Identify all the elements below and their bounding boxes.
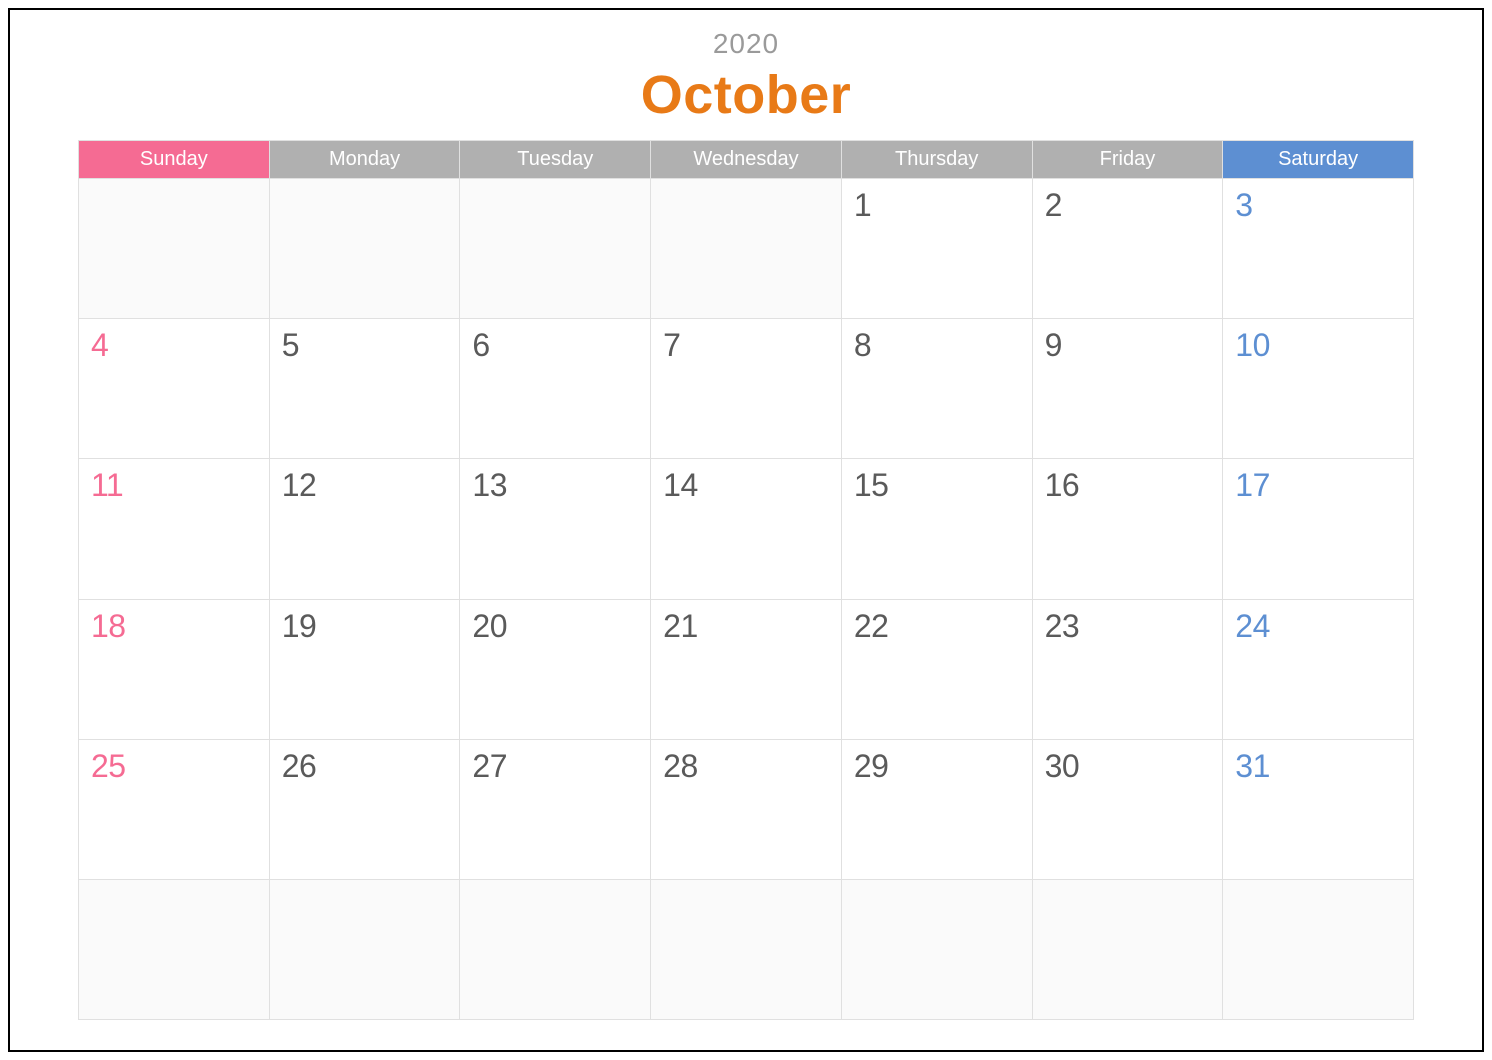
weekday-header-saturday: Saturday [1223, 141, 1414, 179]
day-cell: 31 [1223, 740, 1414, 880]
weekday-header-thursday: Thursday [842, 141, 1033, 179]
day-cell: 11 [79, 459, 270, 599]
day-cell: 29 [842, 740, 1033, 880]
day-cell [651, 880, 842, 1020]
day-number: 11 [79, 459, 269, 504]
day-cell: 25 [79, 740, 270, 880]
day-number: 20 [460, 600, 650, 645]
day-cell: 30 [1033, 740, 1224, 880]
day-number: 7 [651, 319, 841, 364]
day-number: 2 [1033, 179, 1223, 224]
day-number: 21 [651, 600, 841, 645]
day-cell: 1 [842, 179, 1033, 319]
day-cell: 8 [842, 319, 1033, 459]
day-cell [651, 179, 842, 319]
day-number: 18 [79, 600, 269, 645]
day-number: 12 [270, 459, 460, 504]
day-number: 30 [1033, 740, 1223, 785]
day-number: 19 [270, 600, 460, 645]
day-cell [460, 179, 651, 319]
weekday-header-monday: Monday [270, 141, 461, 179]
day-cell: 22 [842, 600, 1033, 740]
day-number: 3 [1223, 179, 1413, 224]
day-cell: 4 [79, 319, 270, 459]
day-cell: 20 [460, 600, 651, 740]
day-number: 4 [79, 319, 269, 364]
day-cell: 27 [460, 740, 651, 880]
day-cell: 3 [1223, 179, 1414, 319]
day-cell [1223, 880, 1414, 1020]
day-cell [1033, 880, 1224, 1020]
day-number [1033, 880, 1223, 888]
day-number: 28 [651, 740, 841, 785]
day-number [651, 179, 841, 187]
day-cell: 9 [1033, 319, 1224, 459]
day-cell: 10 [1223, 319, 1414, 459]
day-number [651, 880, 841, 888]
day-number: 9 [1033, 319, 1223, 364]
day-cell [460, 880, 651, 1020]
day-cell [842, 880, 1033, 1020]
day-number [460, 880, 650, 888]
day-cell: 15 [842, 459, 1033, 599]
day-cell: 16 [1033, 459, 1224, 599]
day-number: 10 [1223, 319, 1413, 364]
day-cell: 28 [651, 740, 842, 880]
day-cell: 19 [270, 600, 461, 740]
day-cell: 5 [270, 319, 461, 459]
day-cell: 21 [651, 600, 842, 740]
day-number [842, 880, 1032, 888]
day-cell [79, 179, 270, 319]
day-number [1223, 880, 1413, 888]
day-number: 14 [651, 459, 841, 504]
calendar-grid: Sunday Monday Tuesday Wednesday Thursday… [78, 140, 1414, 1020]
day-number: 6 [460, 319, 650, 364]
day-number [270, 179, 460, 187]
day-number: 15 [842, 459, 1032, 504]
day-number: 24 [1223, 600, 1413, 645]
day-cell: 7 [651, 319, 842, 459]
day-number: 13 [460, 459, 650, 504]
weekday-header-wednesday: Wednesday [651, 141, 842, 179]
month-label: October [78, 64, 1414, 126]
day-number [460, 179, 650, 187]
day-number: 27 [460, 740, 650, 785]
day-number: 31 [1223, 740, 1413, 785]
day-number: 17 [1223, 459, 1413, 504]
day-cell: 2 [1033, 179, 1224, 319]
day-number [270, 880, 460, 888]
day-number [79, 880, 269, 888]
day-cell: 23 [1033, 600, 1224, 740]
day-cell [270, 880, 461, 1020]
day-cell: 24 [1223, 600, 1414, 740]
year-label: 2020 [78, 28, 1414, 60]
day-cell: 17 [1223, 459, 1414, 599]
day-cell: 14 [651, 459, 842, 599]
day-cell: 18 [79, 600, 270, 740]
day-cell: 6 [460, 319, 651, 459]
day-cell: 13 [460, 459, 651, 599]
day-cell [270, 179, 461, 319]
day-number: 29 [842, 740, 1032, 785]
day-number: 16 [1033, 459, 1223, 504]
day-number: 5 [270, 319, 460, 364]
day-cell: 12 [270, 459, 461, 599]
day-number: 1 [842, 179, 1032, 224]
day-number: 8 [842, 319, 1032, 364]
day-cell: 26 [270, 740, 461, 880]
day-number: 23 [1033, 600, 1223, 645]
day-number: 25 [79, 740, 269, 785]
weekday-header-tuesday: Tuesday [460, 141, 651, 179]
weekday-header-sunday: Sunday [79, 141, 270, 179]
day-number [79, 179, 269, 187]
day-number: 26 [270, 740, 460, 785]
weekday-header-friday: Friday [1033, 141, 1224, 179]
calendar-frame: 2020 October Sunday Monday Tuesday Wedne… [8, 8, 1484, 1052]
day-number: 22 [842, 600, 1032, 645]
day-cell [79, 880, 270, 1020]
